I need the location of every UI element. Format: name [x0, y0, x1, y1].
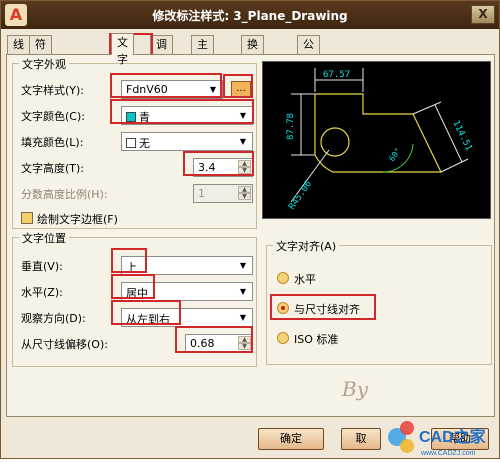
cad-logo-url: www.CADZJ.com	[420, 450, 476, 457]
text-alignment-title: 文字对齐(A)	[273, 238, 340, 254]
tab-tolerances[interactable]: 公差	[297, 35, 320, 68]
text-appearance-title: 文字外观	[19, 56, 69, 72]
preview-drawing: 67.57 87.78 114.51 60° R45.06	[286, 68, 474, 212]
tab-symbols-arrows[interactable]: 符号和箭头	[29, 35, 52, 119]
align-iso-radio[interactable]	[277, 332, 289, 344]
signature-watermark: By	[342, 377, 368, 401]
chevron-down-icon: ▼	[239, 261, 247, 270]
cancel-button[interactable]: 取	[341, 428, 381, 450]
highlight-text-style	[110, 73, 222, 98]
ok-button[interactable]: 确定	[258, 428, 324, 450]
align-iso-label: ISO 标准	[294, 333, 339, 346]
cad-site-logo: CAD之家 www.CADZJ.com	[385, 415, 500, 460]
text-color-label: 文字颜色(C):	[21, 110, 85, 123]
fill-color-label: 填充颜色(L):	[21, 136, 84, 149]
text-placement-title: 文字位置	[19, 230, 69, 246]
dimension-preview: 67.57 87.78 114.51 60° R45.06	[262, 61, 491, 219]
fill-color-combo[interactable]: 无 ▼	[121, 132, 253, 151]
highlight-offset	[175, 326, 253, 353]
fraction-scale-label: 分数高度比例(H):	[21, 188, 108, 201]
text-style-label: 文字样式(Y):	[21, 84, 85, 97]
tab-lines[interactable]: 线	[7, 35, 30, 54]
horizontal-label: 水平(Z):	[21, 286, 63, 299]
chevron-down-icon: ▼	[239, 137, 247, 146]
text-tab-panel: 文字外观 文字样式(Y): FdnV60 ▼ ... 文字颜色(C): 青 ▼ …	[6, 54, 495, 417]
text-height-label: 文字高度(T):	[21, 162, 85, 175]
chevron-down-icon: ▼	[239, 313, 247, 322]
highlight-browse	[223, 74, 253, 98]
align-horizontal-label: 水平	[294, 273, 316, 286]
highlight-text-height	[183, 151, 254, 176]
align-horizontal-radio[interactable]	[277, 272, 289, 284]
draw-frame-label: 绘制文字边框(F)	[37, 213, 118, 226]
cad-logo-text: CAD之家	[419, 427, 487, 446]
highlight-text-color	[110, 99, 254, 124]
dim-right-text: 114.51	[450, 119, 473, 153]
highlight-vertical	[111, 248, 147, 273]
spin-down-icon[interactable]: ▼	[238, 193, 251, 200]
dimension-style-dialog: A 修改标注样式: 3_Plane_Drawing X 线 符号和箭头 文字 调…	[0, 0, 500, 459]
fraction-scale-value: 1	[198, 187, 205, 200]
tab-alternate-units[interactable]: 换算单位	[241, 35, 264, 102]
tab-text[interactable]: 文字	[111, 33, 134, 66]
highlight-align-dimline	[270, 294, 376, 320]
tab-primary-units[interactable]: 主单位	[191, 35, 214, 85]
offset-label: 从尺寸线偏移(O):	[21, 338, 108, 351]
dim-angle-text: 60°	[387, 146, 403, 163]
fraction-scale-spinner[interactable]: 1 ▲ ▼	[193, 184, 253, 203]
window-title: 修改标注样式: 3_Plane_Drawing	[152, 9, 348, 23]
highlight-direction	[111, 300, 181, 325]
spin-up-icon[interactable]: ▲	[238, 186, 251, 193]
dim-top-text: 67.57	[323, 70, 350, 80]
chevron-down-icon: ▼	[239, 287, 247, 296]
fill-color-value: 无	[139, 137, 150, 150]
draw-frame-checkbox[interactable]	[21, 212, 33, 224]
view-direction-label: 观察方向(D):	[21, 312, 86, 325]
dim-radius-text: R45.06	[287, 179, 314, 211]
dim-left-text: 87.78	[286, 113, 296, 140]
title-bar: A 修改标注样式: 3_Plane_Drawing X	[1, 1, 499, 29]
close-button[interactable]: X	[471, 5, 495, 24]
highlight-horizontal	[111, 274, 155, 299]
empty-swatch-icon	[126, 138, 136, 148]
vertical-label: 垂直(V):	[21, 260, 63, 273]
tab-fit[interactable]: 调整	[150, 35, 173, 68]
